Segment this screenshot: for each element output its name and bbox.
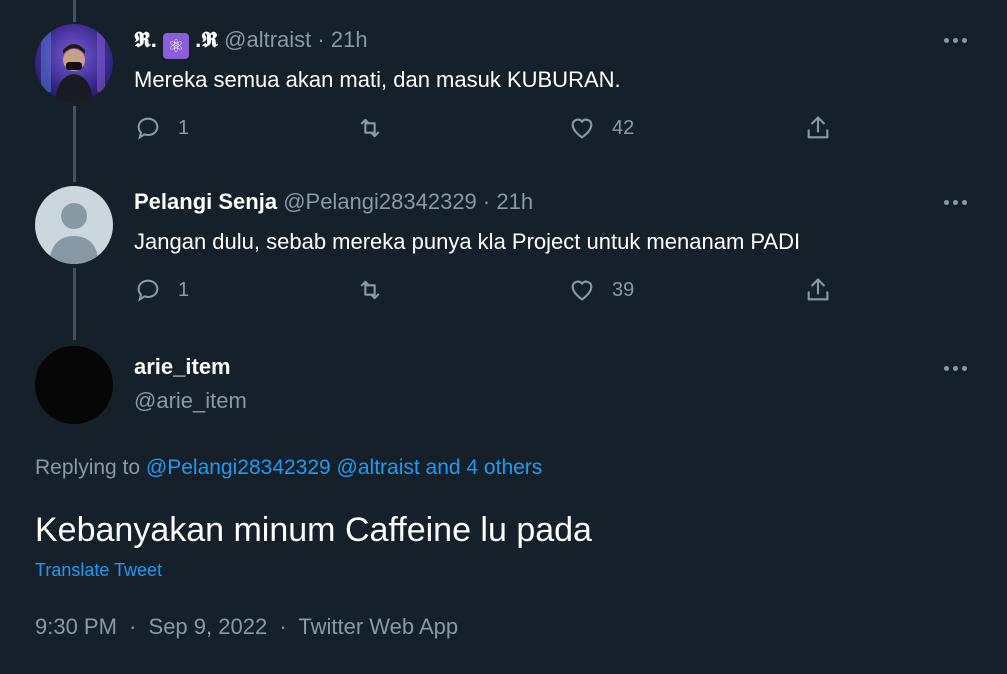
display-name[interactable]: arie_item [134,354,231,380]
tweet-source[interactable]: Twitter Web App [298,614,458,639]
more-options-button[interactable] [941,192,969,212]
separator-dot: · [317,27,325,52]
retweet-button[interactable] [356,114,400,142]
name-suffix: .𝕽 [195,27,219,52]
more-options-button[interactable] [941,358,969,378]
avatar[interactable] [35,24,113,102]
reply-icon [137,279,159,302]
share-icon [807,116,829,139]
avatar[interactable] [35,186,113,264]
reply-count: 1 [178,278,190,301]
user-handle[interactable]: @altraist [224,27,311,52]
like-count: 42 [612,116,635,139]
tweet-header: Pelangi Senja @Pelangi28342329 · 21h [134,188,533,216]
replying-users-link[interactable]: @Pelangi28342329 @altraist and 4 others [146,456,542,479]
replying-to: Replying to @Pelangi28342329 @altraist a… [35,456,542,480]
like-button[interactable]: 39 [568,276,634,304]
thread-line [73,0,76,22]
heart-icon [571,280,593,301]
reply-count: 1 [178,116,190,139]
tweet-actions: 1 39 [134,276,854,310]
more-icon [943,199,949,205]
share-button[interactable] [804,114,832,142]
thread-line [73,106,76,182]
retweet-button[interactable] [356,276,400,304]
heart-icon [571,118,593,139]
tweet-time[interactable]: 21h [331,27,368,52]
separator-dot: · [129,614,137,639]
atom-symbol-emoji: ⚛ [163,33,190,59]
tweet-timestamp: 9:30 PM · Sep 9, 2022 · Twitter Web App [35,614,458,640]
like-button[interactable]: 42 [568,114,634,142]
share-icon [807,278,829,301]
more-icon [943,365,949,371]
main-tweet-text: Kebanyakan minum Caffeine lu pada [35,511,592,549]
separator-dot: · [279,614,287,639]
tweet-actions: 1 42 [134,114,854,148]
user-handle[interactable]: @Pelangi28342329 [283,189,477,214]
translate-tweet-link[interactable]: Translate Tweet [35,560,162,581]
retweet-icon [360,280,380,300]
avatar[interactable] [35,346,113,424]
reply-icon [137,117,159,140]
name-prefix: 𝕽. [134,27,157,52]
replying-prefix: Replying to [35,456,141,479]
user-handle[interactable]: @arie_item [134,388,247,414]
share-button[interactable] [804,276,832,304]
tweet-time[interactable]: 21h [496,189,533,214]
thread-line [73,268,76,340]
tweet-text: Mereka semua akan mati, dan masuk KUBURA… [134,67,621,92]
tweet-text: Jangan dulu, sebab mereka punya kla Proj… [134,229,801,254]
more-icon [943,37,949,43]
tweet-header: 𝕽. ⚛ .𝕽 @altraist · 21h [134,26,368,59]
retweet-icon [360,118,380,138]
reply-button[interactable]: 1 [134,276,189,304]
reply-button[interactable]: 1 [134,114,189,142]
tweet-time[interactable]: 9:30 PM [35,614,117,639]
like-count: 39 [612,278,635,301]
more-options-button[interactable] [941,30,969,50]
display-name[interactable]: Pelangi Senja [134,189,277,214]
separator-dot: · [482,189,491,214]
tweet-date[interactable]: Sep 9, 2022 [149,614,268,639]
display-name[interactable]: 𝕽. ⚛ .𝕽 [134,27,224,59]
